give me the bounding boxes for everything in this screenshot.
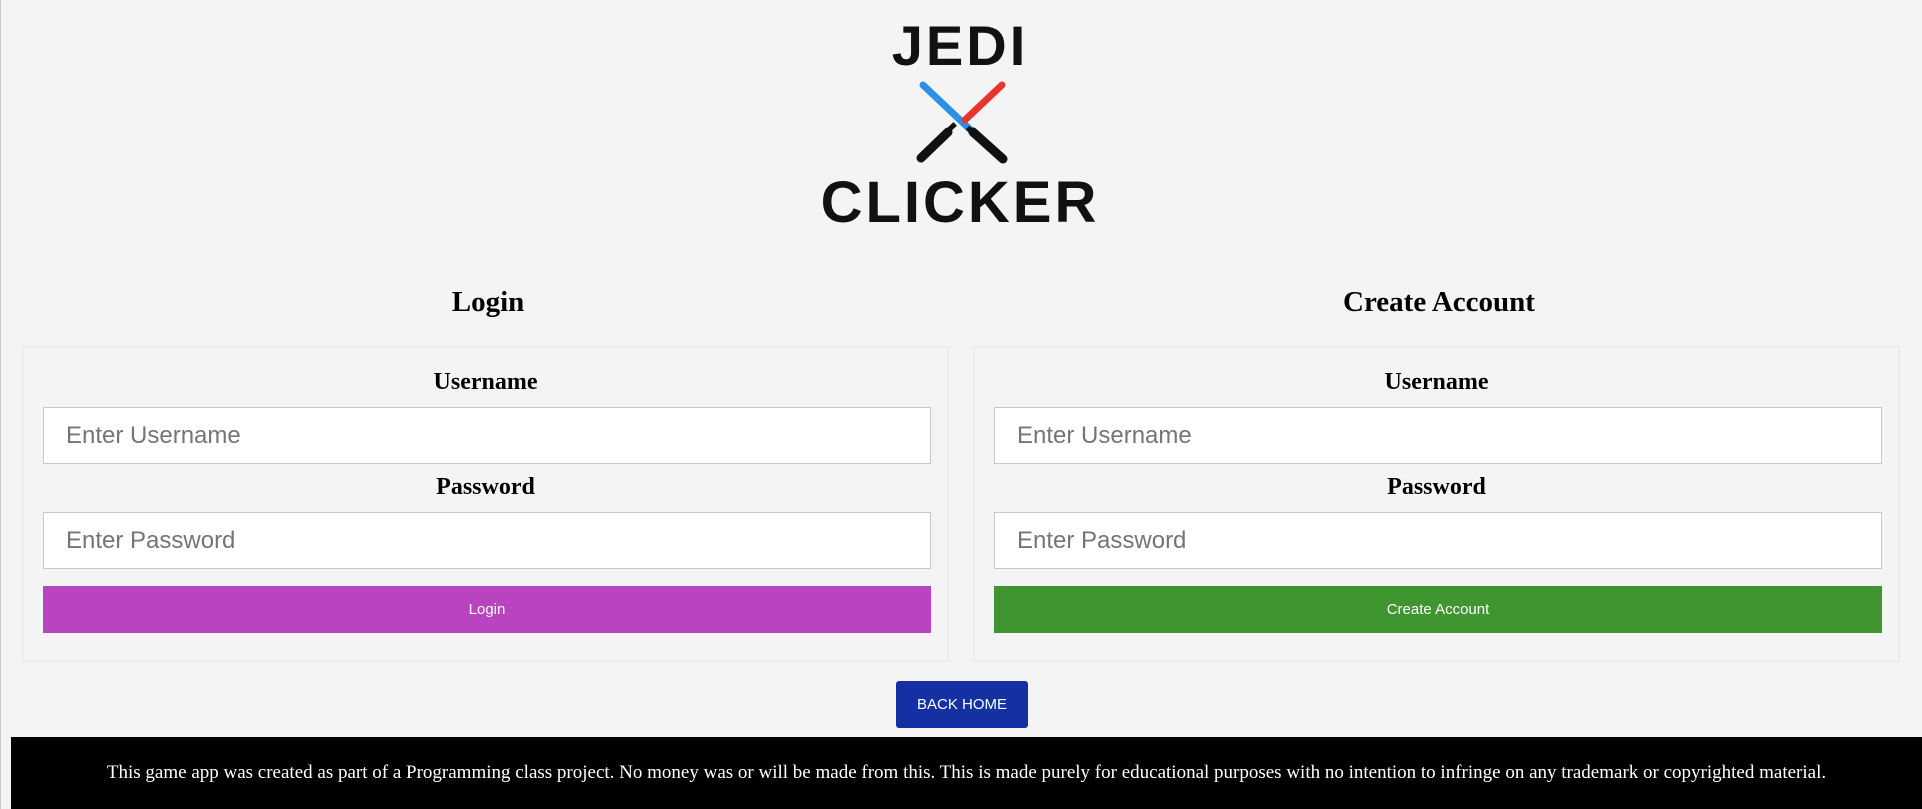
login-password-input[interactable] [43, 512, 931, 569]
create-account-button[interactable]: Create Account [994, 586, 1882, 633]
create-username-input[interactable] [994, 407, 1882, 464]
logo-text-jedi: JEDI [892, 14, 1029, 77]
login-username-label: Username [433, 369, 538, 395]
crossed-lightsabers-icon [916, 81, 1008, 164]
login-username-input[interactable] [43, 407, 931, 464]
page-left-border [0, 0, 1, 809]
footer: This game app was created as part of a P… [11, 737, 1922, 809]
login-password-label: Password [436, 474, 535, 500]
logo-text-clicker: CLICKER [821, 170, 1100, 235]
footer-disclaimer: This game app was created as part of a P… [106, 762, 1827, 783]
create-account-form: Username Password Create Account [973, 346, 1900, 662]
back-home-button[interactable]: BACK HOME [896, 681, 1028, 728]
jedi-clicker-logo: JEDI CLICKER [785, 10, 1135, 235]
login-button[interactable]: Login [43, 586, 931, 633]
create-account-title: Create Account [1343, 286, 1535, 318]
login-title: Login [451, 286, 525, 318]
create-password-label: Password [1387, 474, 1486, 500]
create-username-label: Username [1384, 369, 1489, 395]
create-password-input[interactable] [994, 512, 1882, 569]
login-form: Username Password Login [22, 346, 949, 662]
